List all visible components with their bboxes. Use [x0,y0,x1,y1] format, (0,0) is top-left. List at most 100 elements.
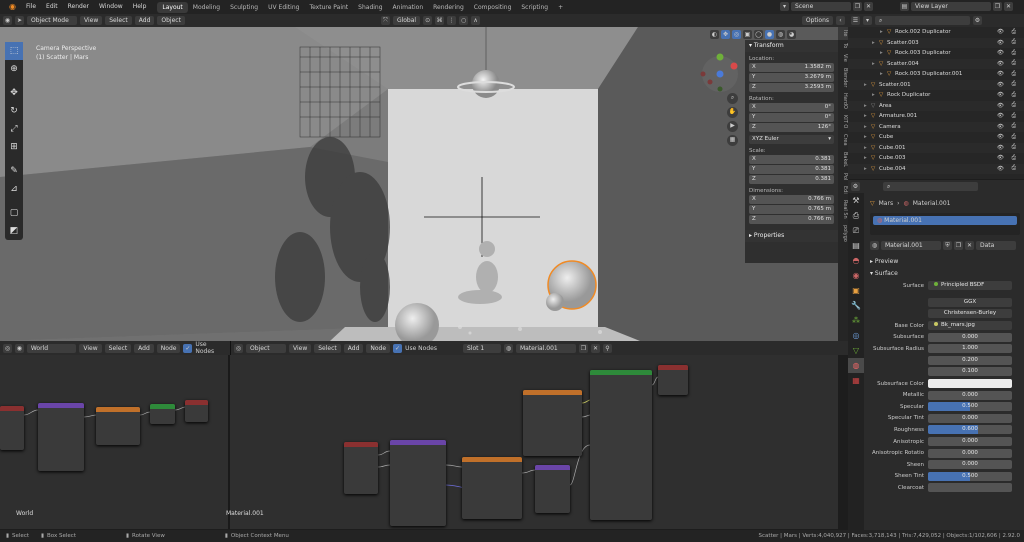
scale-y-field[interactable]: Y 0.381 [749,165,834,174]
tab-bakelab[interactable]: BakeL [838,149,848,170]
outliner-item-name[interactable]: Rock Duplicator [887,92,930,98]
dimensions-z-field[interactable]: Z 0.766 m [749,215,834,224]
visibility-eye-icon[interactable]: 👁 [997,134,1004,140]
outliner-item-name[interactable]: Camera [879,124,901,130]
tab-real-snow[interactable]: Real Sn [838,197,848,222]
expand-icon[interactable]: ▸ [864,166,871,172]
material-slot-item[interactable]: ◍ Material.001 [873,216,1017,225]
menu-file[interactable]: File [21,0,41,14]
outliner-item-name[interactable]: Scatter.001 [879,82,911,88]
render-camera-icon[interactable]: ⎙ [1012,144,1016,151]
editor-type-icon[interactable]: ◉ [3,16,12,25]
world-icon[interactable]: ◉ [14,343,24,353]
shader-input-field[interactable]: 0.100 [928,367,1012,377]
shader-input-texture[interactable]: Bk_mars.jpg [928,321,1012,331]
material-name-field[interactable]: Material.001 [881,241,941,250]
expand-icon[interactable]: ▸ [864,124,871,130]
material-sphere-icon[interactable]: ◍ [503,343,513,353]
render-camera-icon[interactable]: ⎙ [1012,123,1016,130]
add-object-icon[interactable]: ◩ [5,222,23,240]
outliner-row[interactable]: ▸ ▽ Cube 👁 ⎙ [848,132,1024,143]
add-cube-icon[interactable]: ▢ [5,204,23,222]
outliner-item-name[interactable]: Rock.003 Duplicator.001 [895,71,962,77]
node-texture-coordinate[interactable] [0,406,24,450]
expand-icon[interactable]: ▸ [864,82,871,88]
shader-input-field[interactable] [928,483,1012,493]
node-image-texture-color[interactable] [523,390,582,456]
visibility-icon[interactable]: ◐ [710,30,719,39]
outliner-item-name[interactable]: Cube.004 [879,166,905,172]
tab-view[interactable]: Vie [838,51,848,65]
tab-compositing[interactable]: Compositing [469,2,517,13]
tab-poly[interactable]: Pol [838,170,848,183]
tab-edit[interactable]: Edi [838,183,848,197]
rotation-z-field[interactable]: Z 126° [749,123,834,132]
render-camera-icon[interactable]: ⎙ [1012,50,1016,57]
surface-shader-field[interactable]: Principled BSDF [928,281,1012,291]
add-workspace-button[interactable]: + [553,2,568,13]
outliner-item-name[interactable]: Rock.003 Duplicator [895,50,951,56]
outliner-item-name[interactable]: Area [879,103,892,109]
outliner-item-name[interactable]: Scatter.003 [887,40,919,46]
navigation-gizmo[interactable] [698,52,742,96]
scale-icon[interactable]: ⤢ [5,120,23,138]
distribution-dropdown[interactable]: GGX [928,297,1012,307]
tab-polygoniq[interactable]: polygo [838,222,848,245]
overlay-icon[interactable]: ◎ [732,30,741,39]
visibility-eye-icon[interactable]: 👁 [997,92,1004,98]
zoom-icon[interactable]: ⌕ [727,93,738,104]
select-mode-icon[interactable]: ➤ [15,16,24,25]
measure-icon[interactable]: ⊿ [5,180,23,198]
fake-user-icon[interactable]: ⛨ [943,241,952,250]
camera-view-icon[interactable]: ▶ [727,121,738,132]
tab-sculpting[interactable]: Sculpting [225,2,263,13]
blender-logo-icon[interactable]: ◉ [4,0,21,14]
render-camera-icon[interactable]: ⎙ [1012,60,1016,67]
node-background[interactable] [150,404,175,424]
expand-icon[interactable]: ▸ [872,61,879,67]
left-node-menu-select[interactable]: Select [104,343,132,353]
annotate-icon[interactable]: ✎ [5,162,23,180]
material-tab-icon[interactable]: ◍ [848,358,864,373]
pan-hand-icon[interactable]: ✋ [727,107,738,118]
3d-viewport[interactable]: Camera Perspective (1) Scatter | Mars ◐ … [0,27,838,341]
modifier-tab-icon[interactable]: 🔧 [848,298,864,313]
outliner-row[interactable]: ▸ ▽ Scatter.004 👁 ⎙ [848,58,1024,69]
visibility-eye-icon[interactable]: 👁 [997,145,1004,151]
node-mapping-material[interactable] [390,440,446,526]
editor-type-icon[interactable]: ◎ [234,343,243,353]
outliner-search-input[interactable]: ⌕ [875,16,970,25]
object-mode-dropdown[interactable]: Object Mode [27,16,77,25]
render-camera-icon[interactable]: ⎙ [1012,134,1016,141]
shader-input-field[interactable]: 0.200 [928,355,1012,365]
dimensions-y-field[interactable]: Y 0.765 m [749,205,834,214]
shader-input-slider[interactable]: 0.500 [928,402,1012,412]
rotation-x-field[interactable]: X 0° [749,103,834,112]
left-node-menu-view[interactable]: View [79,343,102,353]
solid-icon[interactable]: ● [765,30,774,39]
right-node-menu-view[interactable]: View [289,343,312,353]
location-z-field[interactable]: Z 3.2593 m [749,83,834,92]
visibility-eye-icon[interactable]: 👁 [997,103,1004,109]
tab-tool[interactable]: To [838,40,848,51]
link-dropdown[interactable]: Data [976,241,1016,250]
shader-input-field[interactable]: 0.000 [928,332,1012,342]
display-mode-icon[interactable]: ☰ [851,16,860,25]
location-y-field[interactable]: Y 3.2679 m [749,73,834,82]
viewport-menu-object[interactable]: Object [157,16,185,25]
copy-icon[interactable]: ❐ [993,2,1002,11]
menu-render[interactable]: Render [63,0,94,14]
preview-section[interactable]: ▸ Preview [870,256,1024,268]
close-icon[interactable]: ✕ [1004,2,1013,11]
viewport-menu-select[interactable]: Select [105,16,132,25]
tab-animation[interactable]: Animation [388,2,429,13]
render-camera-icon[interactable]: ⎙ [1012,102,1016,109]
snap-target-icon[interactable]: ⋮ [447,16,457,25]
planet-sphere[interactable] [472,70,500,98]
rendered-icon[interactable]: ◕ [787,30,796,39]
render-camera-icon[interactable]: ⎙ [1012,155,1016,162]
editor-type-icon[interactable]: ◎ [3,343,12,353]
location-x-field[interactable]: X 1.3582 m [749,63,834,72]
perspective-icon[interactable]: ▦ [727,135,738,146]
right-node-menu-select[interactable]: Select [314,343,341,353]
